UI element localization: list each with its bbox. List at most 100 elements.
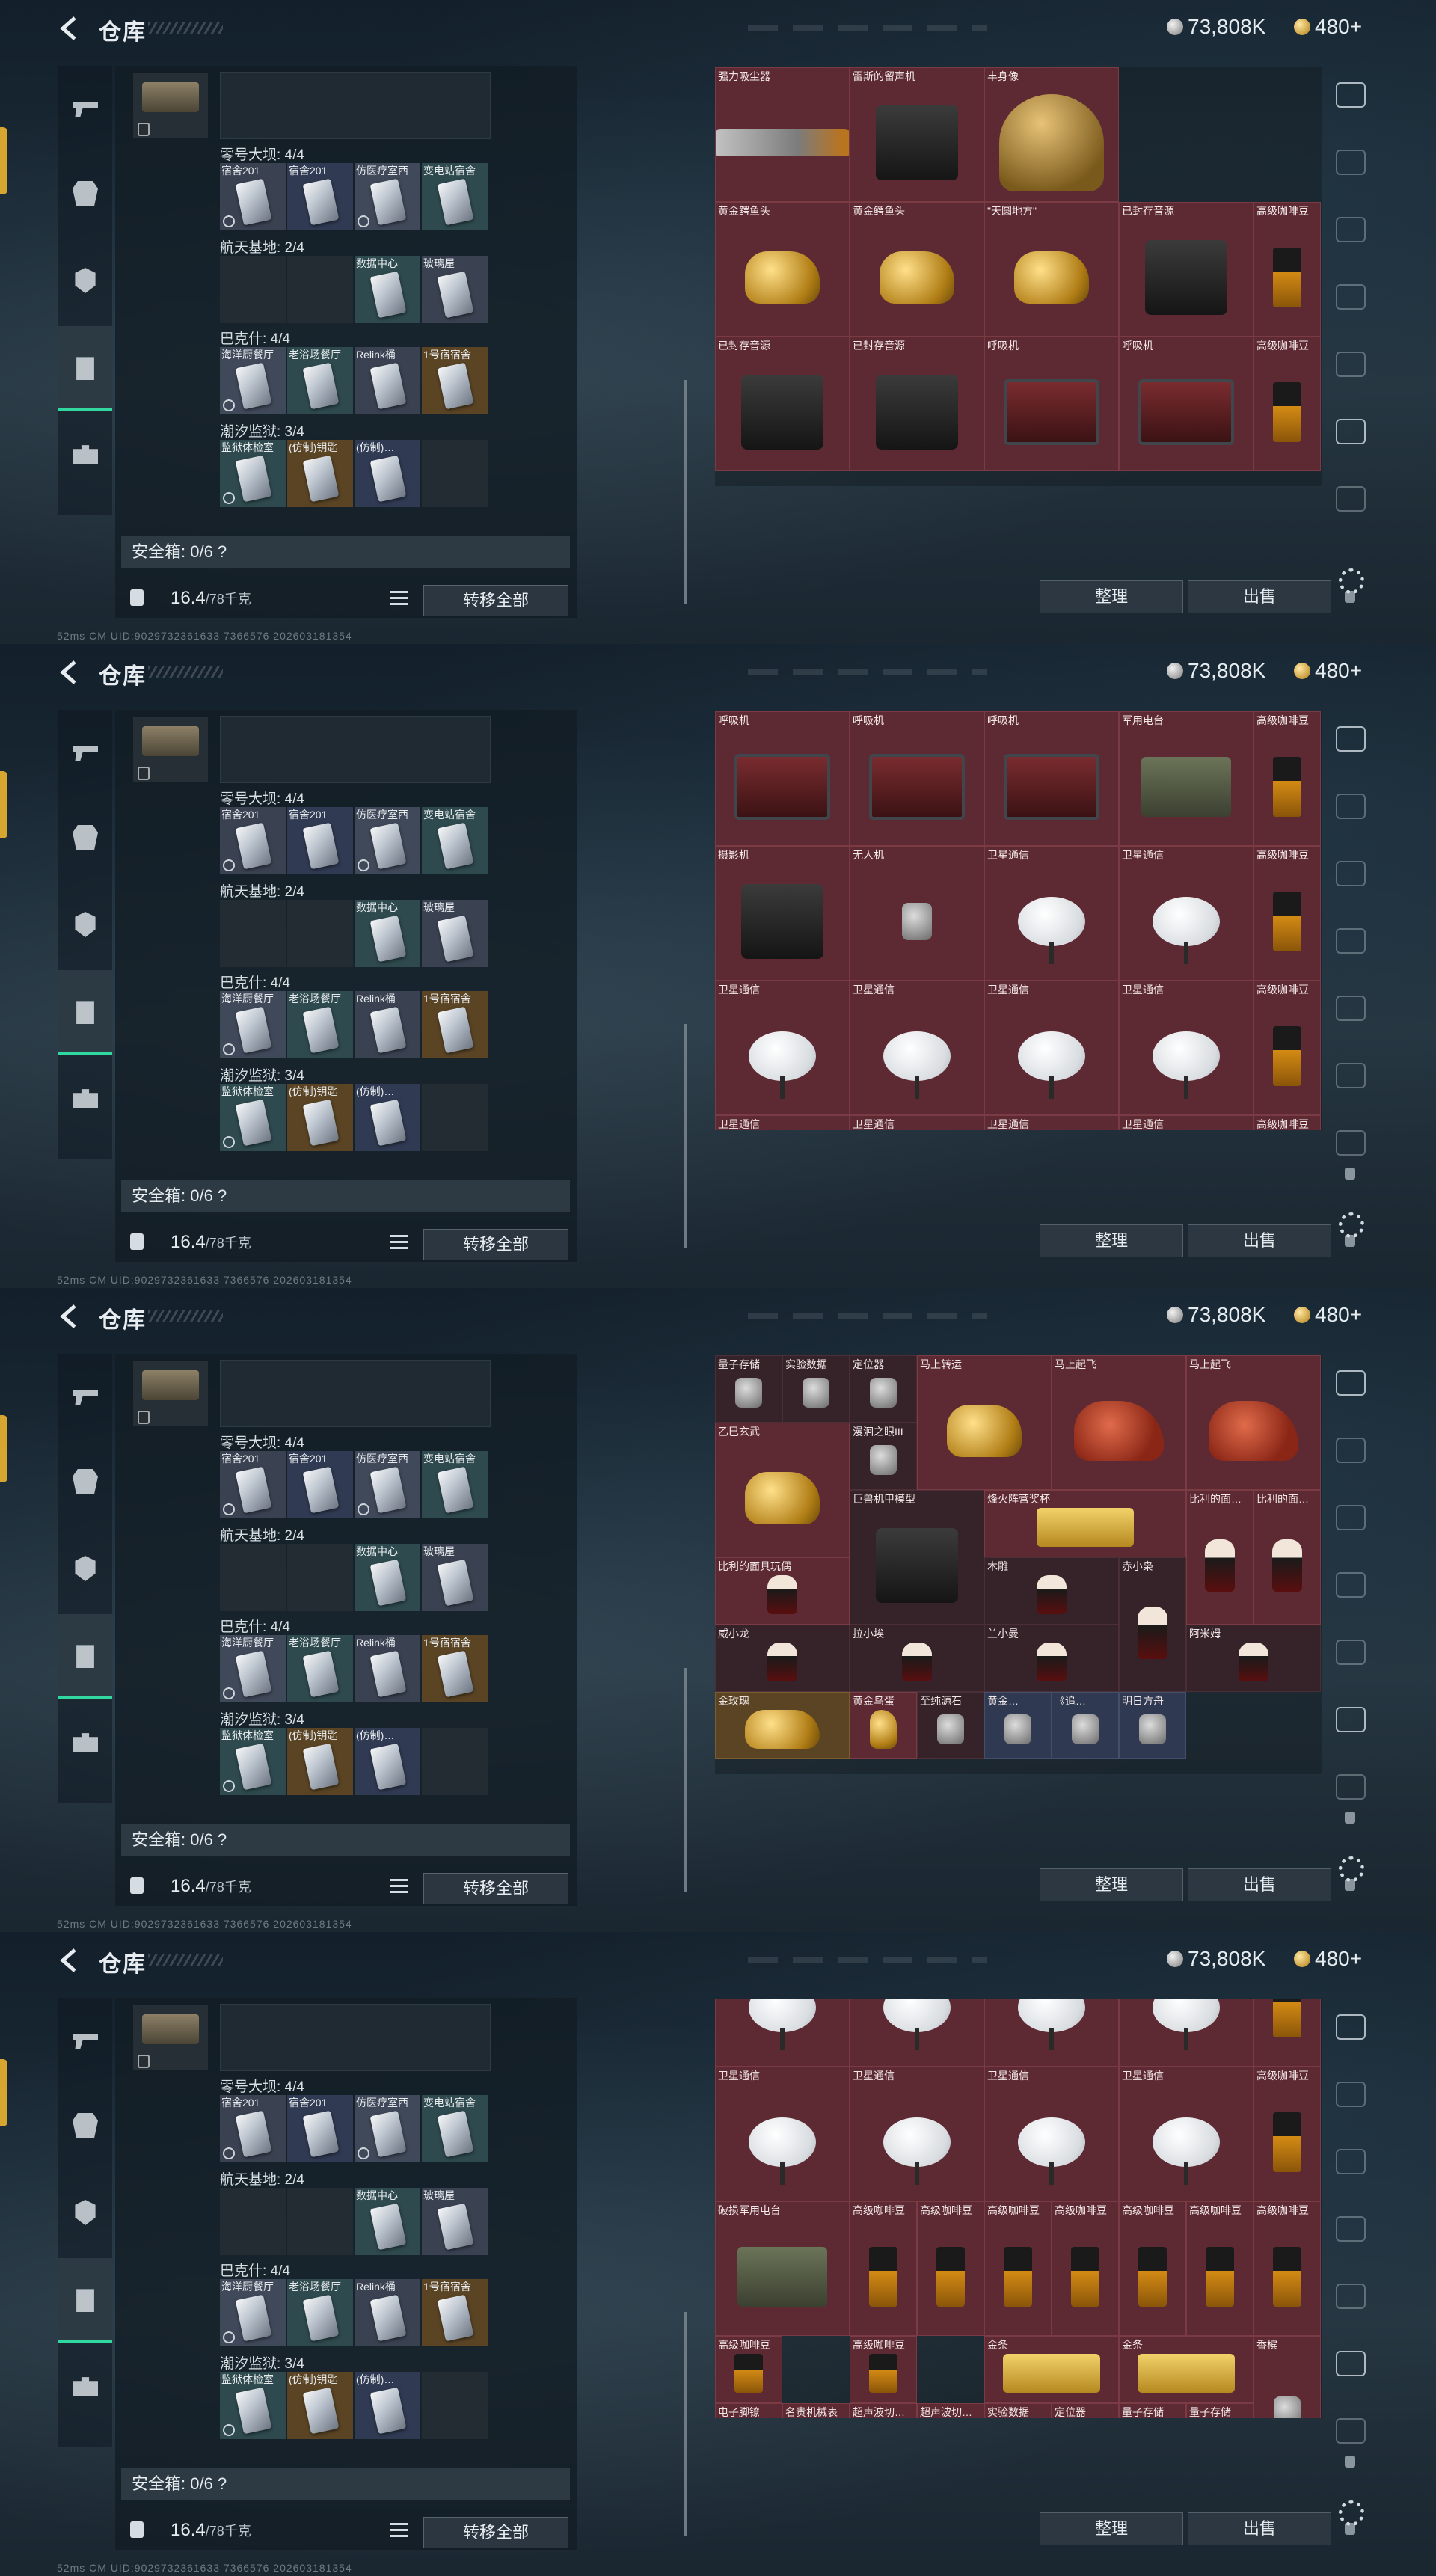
warehouse-item[interactable]: 马上转运 (917, 1355, 1052, 1490)
warehouse-item[interactable]: 已封存音源 (1119, 202, 1254, 337)
warehouse-item[interactable]: 卫星通信 (715, 2067, 850, 2201)
key-slot[interactable]: Relink桶 (355, 2279, 420, 2346)
armor-tab[interactable] (58, 797, 112, 879)
gold-currency[interactable]: 480+ (1294, 1947, 1362, 1971)
case-slot-icon[interactable] (1336, 2216, 1366, 2242)
warehouse-item[interactable]: 高级咖啡豆 (917, 2201, 984, 2336)
helmet-tab[interactable] (58, 2171, 112, 2254)
key-slot[interactable]: 玻璃屋 (422, 256, 488, 323)
warehouse-item[interactable]: 卫星通信 (850, 2067, 984, 2201)
key-slot[interactable]: 1号宿宿舍 (422, 347, 488, 414)
key-slot[interactable]: 1号宿宿舍 (422, 991, 488, 1058)
case-slot-icon[interactable] (1336, 284, 1366, 310)
key-slot[interactable]: 数据中心 (355, 900, 420, 967)
warehouse-item[interactable]: 金玫瑰 (715, 1692, 850, 1759)
settings-gear-icon[interactable] (1339, 1856, 1364, 1882)
case-tab[interactable] (58, 2345, 112, 2427)
helmet-tab[interactable] (58, 883, 112, 966)
warehouse-item[interactable]: 明日方舟 (1119, 1692, 1186, 1759)
warehouse-item[interactable]: 至纯源石 (917, 1692, 984, 1759)
backpack-container-icon[interactable] (1336, 2014, 1366, 2040)
warehouse-item[interactable]: 漫洄之眼III (850, 1423, 917, 1490)
warehouse-item[interactable]: 比利的面… (1186, 1490, 1254, 1625)
safe-box-capacity[interactable]: 安全箱: 0/6 ? (121, 1180, 570, 1212)
warehouse-item[interactable]: 卫星通信 (1119, 1115, 1254, 1130)
warehouse-item[interactable]: 实验数据 (984, 2403, 1052, 2418)
warehouse-item[interactable]: 黄金鳄鱼头 (715, 202, 850, 337)
transfer-all-button[interactable]: 转移全部 (423, 1873, 568, 1904)
warehouse-item[interactable]: 高级咖啡豆 (1254, 981, 1321, 1115)
back-arrow-icon[interactable] (58, 1947, 81, 1974)
safe-box-capacity[interactable]: 安全箱: 0/6 ? (121, 536, 570, 568)
warehouse-item[interactable]: 高级咖啡豆 (1119, 2201, 1186, 2336)
key-bag-slot[interactable] (133, 73, 208, 138)
warehouse-item[interactable]: 赤小枭 (1119, 1557, 1186, 1692)
sort-button[interactable]: 整理 (1040, 1868, 1183, 1901)
helmet-tab[interactable] (58, 1527, 112, 1610)
key-slot[interactable]: 宿舍201 (287, 807, 353, 874)
backpack-container-icon[interactable] (1336, 82, 1366, 108)
warehouse-item[interactable]: 卫星通信 (984, 846, 1119, 981)
settings-gear-icon[interactable] (1339, 2500, 1364, 2526)
key-slot[interactable]: Relink桶 (355, 991, 420, 1058)
sell-button[interactable]: 出售 (1188, 2512, 1331, 2545)
key-slot[interactable]: 1号宿宿舍 (422, 1635, 488, 1702)
list-icon[interactable] (390, 591, 408, 606)
case-slot-icon[interactable] (1336, 486, 1366, 512)
warehouse-item[interactable]: 已封存音源 (850, 337, 984, 471)
safe-box-capacity[interactable]: 安全箱: 0/6 ? (121, 2468, 570, 2500)
key-slot[interactable]: 1号宿宿舍 (422, 2279, 488, 2346)
case-slot-icon[interactable] (1336, 419, 1366, 444)
key-slot[interactable]: 玻璃屋 (422, 900, 488, 967)
key-slot[interactable]: Relink桶 (355, 347, 420, 414)
key-slot[interactable]: 老浴场餐厅 (287, 2279, 353, 2346)
sort-button[interactable]: 整理 (1040, 1224, 1183, 1257)
warehouse-item[interactable]: 高级咖啡豆 (1186, 2201, 1254, 2336)
warehouse-item[interactable]: 威小龙 (715, 1625, 850, 1692)
side-tab-marker[interactable] (0, 771, 7, 838)
stash-scrollbar[interactable] (684, 380, 687, 604)
case-slot-icon[interactable] (1336, 217, 1366, 242)
key-slot[interactable] (287, 1544, 353, 1611)
warehouse-item[interactable]: 超声波切… (917, 2403, 984, 2418)
warehouse-item[interactable]: 卫星通信 (850, 1115, 984, 1130)
key-tab[interactable] (58, 970, 112, 1055)
transfer-all-button[interactable]: 转移全部 (423, 585, 568, 616)
warehouse-item[interactable]: 高级咖啡豆 (1254, 2201, 1321, 2336)
list-icon[interactable] (390, 1879, 408, 1894)
gold-currency[interactable]: 480+ (1294, 1303, 1362, 1327)
key-slot[interactable] (422, 1084, 488, 1151)
warehouse-item[interactable]: 兰小曼 (984, 1625, 1119, 1692)
side-tab-marker[interactable] (0, 1415, 7, 1482)
sort-button[interactable]: 整理 (1040, 580, 1183, 613)
stash-scrollbar[interactable] (684, 1024, 687, 1248)
case-slot-icon[interactable] (1336, 1640, 1366, 1665)
backpack-container-icon[interactable] (1336, 1370, 1366, 1396)
key-slot[interactable] (287, 256, 353, 323)
key-slot[interactable]: (仿制)… (355, 2372, 420, 2439)
warehouse-item[interactable] (1254, 1999, 1321, 2067)
warehouse-item[interactable]: 实验数据 (782, 1355, 850, 1423)
warehouse-item[interactable]: 高级咖啡豆 (850, 2336, 917, 2403)
transfer-all-button[interactable]: 转移全部 (423, 1229, 568, 1260)
key-slot[interactable]: 宿舍201 (287, 163, 353, 230)
weapon-tab[interactable] (58, 710, 112, 792)
key-slot[interactable]: 玻璃屋 (422, 2188, 488, 2255)
key-slot[interactable]: 仿医疗室西 (355, 2095, 420, 2162)
warehouse-item[interactable]: 高级咖啡豆 (1254, 846, 1321, 981)
key-slot[interactable]: 宿舍201 (220, 2095, 286, 2162)
key-slot[interactable]: (仿制)钥匙 (287, 440, 353, 507)
key-slot[interactable]: (仿制)… (355, 1084, 420, 1151)
key-slot[interactable]: 海洋厨餐厅 (220, 991, 286, 1058)
warehouse-item[interactable]: 卫星通信 (1119, 981, 1254, 1115)
warehouse-item[interactable] (850, 1999, 984, 2067)
warehouse-item[interactable]: 高级咖啡豆 (715, 2336, 782, 2403)
case-slot-icon[interactable] (1336, 861, 1366, 886)
back-arrow-icon[interactable] (58, 15, 81, 42)
key-slot[interactable]: 宿舍201 (220, 1451, 286, 1518)
key-slot[interactable]: Relink桶 (355, 1635, 420, 1702)
key-slot[interactable] (220, 1544, 286, 1611)
sell-button[interactable]: 出售 (1188, 1224, 1331, 1257)
side-tab-marker[interactable] (0, 2059, 7, 2126)
case-tab[interactable] (58, 1057, 112, 1139)
